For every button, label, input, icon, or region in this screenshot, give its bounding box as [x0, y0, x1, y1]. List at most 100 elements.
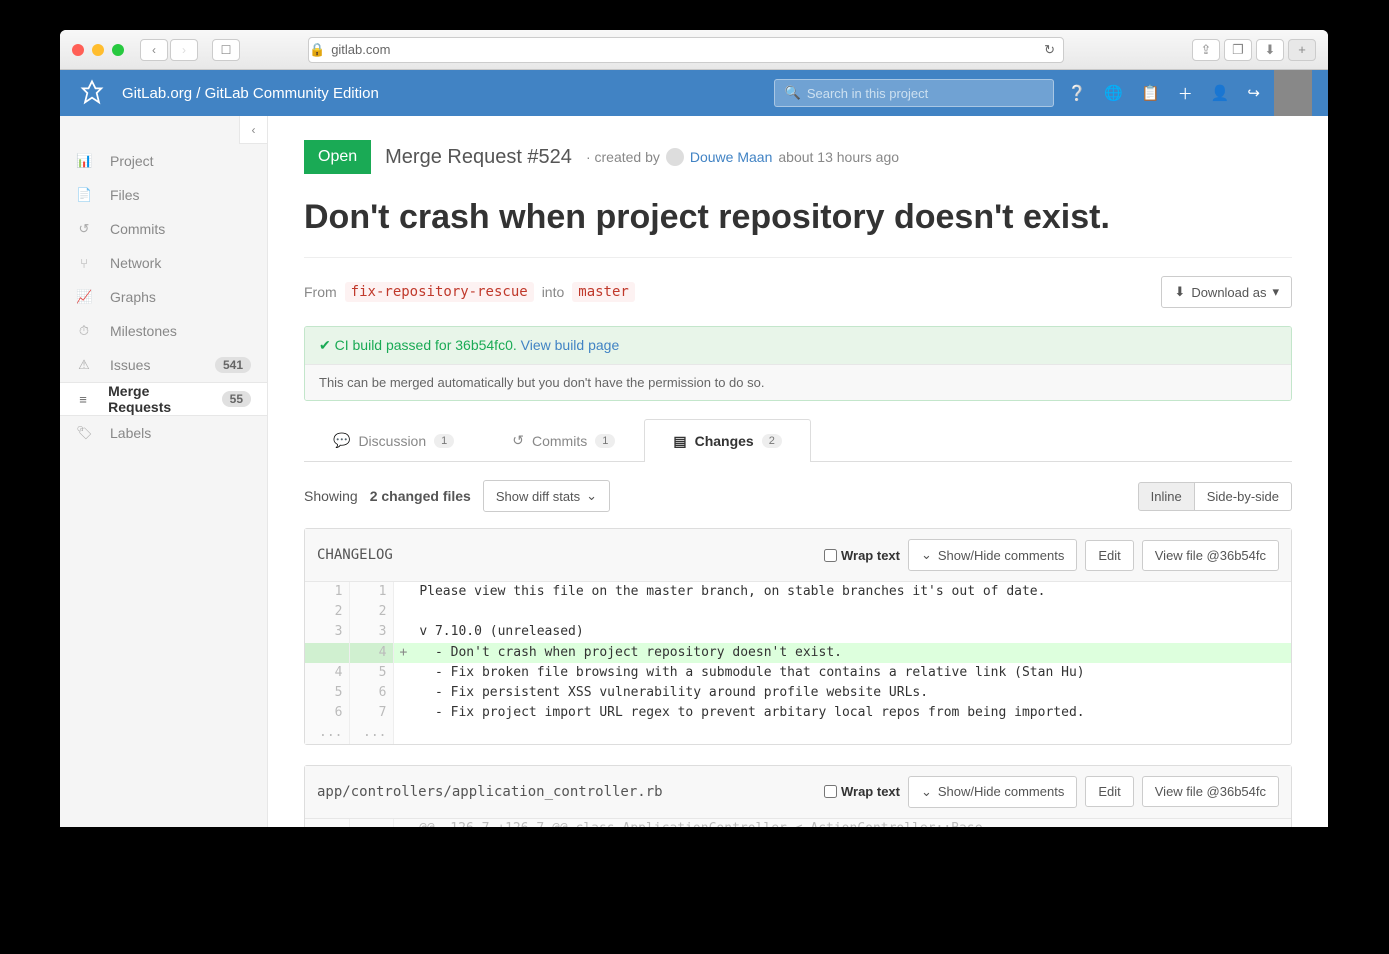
inline-view-button[interactable]: Inline — [1138, 482, 1195, 511]
sidebar-item-label: Milestones — [110, 323, 177, 339]
view-file-button[interactable]: View file @36b54fc — [1142, 776, 1279, 807]
forward-button[interactable]: › — [170, 39, 198, 61]
sidebar-item-label: Graphs — [110, 289, 156, 305]
sidebar-item-label: Commits — [110, 221, 165, 237]
diff-stats-button[interactable]: Show diff stats ⌄ — [483, 480, 610, 512]
sidebar-item-project[interactable]: 📊 Project — [60, 144, 267, 178]
url-bar[interactable]: 🔒 gitlab.com ↻ — [308, 37, 1064, 63]
merge-permission-text: This can be merged automatically but you… — [305, 364, 1291, 400]
diff-file-changelog: CHANGELOG Wrap text ⌄ Show/Hide comments… — [304, 528, 1292, 745]
side-by-side-button[interactable]: Side-by-side — [1195, 482, 1292, 511]
main-content: Open Merge Request #524 · created by Dou… — [268, 116, 1328, 827]
build-page-link[interactable]: View build page — [521, 337, 620, 353]
back-button[interactable]: ‹ — [140, 39, 168, 61]
search-input[interactable]: 🔍 Search in this project — [774, 79, 1054, 107]
profile-icon[interactable]: 👤 — [1211, 84, 1230, 102]
file-name[interactable]: CHANGELOG — [317, 547, 393, 563]
breadcrumb-project[interactable]: GitLab Community Edition — [205, 85, 379, 102]
sidebar-icon: ⑂ — [76, 256, 92, 271]
download-icon: ⬇ — [1174, 284, 1185, 300]
tab-commits[interactable]: ↺ Commits 1 — [483, 419, 644, 461]
sidebar-item-label: Project — [110, 153, 154, 169]
chevron-down-icon: ⌄ — [921, 547, 932, 563]
mr-title: Don't crash when project repository does… — [304, 198, 1292, 237]
sidebar-item-label: Files — [110, 187, 140, 203]
new-tab-icon[interactable]: + — [1288, 39, 1316, 61]
check-icon: ✔ — [319, 337, 331, 353]
sidebar-icon: ≡ — [76, 392, 90, 407]
diff-line: 45 - Fix broken file browsing with a sub… — [305, 663, 1291, 683]
browser-chrome: ‹ › ☐ 🔒 gitlab.com ↻ ⇪ ❐ ⬇ + — [60, 30, 1328, 70]
tabs-button[interactable]: ☐ — [212, 39, 240, 61]
sidebar-item-label: Labels — [110, 425, 151, 441]
mr-tabs: 💬 Discussion 1 ↺ Commits 1 ▤ Changes 2 — [304, 419, 1292, 462]
wrap-text-checkbox[interactable]: Wrap text — [824, 548, 900, 563]
sidebar-item-graphs[interactable]: 📈Graphs — [60, 280, 267, 314]
comment-icon: 💬 — [333, 432, 350, 449]
tab-discussion[interactable]: 💬 Discussion 1 — [304, 419, 483, 461]
maximize-window-icon[interactable] — [112, 44, 124, 56]
view-file-button[interactable]: View file @36b54fc — [1142, 540, 1279, 571]
ci-status-box: ✔ CI build passed for 36b54fc0. View bui… — [304, 326, 1292, 401]
author-avatar-icon — [666, 148, 684, 166]
sidebar-icon: 📄 — [76, 187, 92, 203]
diff-line: 67 - Fix project import URL regex to pre… — [305, 703, 1291, 723]
sidebar-icon: ⏱ — [76, 323, 92, 339]
signout-icon[interactable]: ↪ — [1247, 84, 1260, 102]
download-button[interactable]: ⬇ Download as ▾ — [1161, 276, 1292, 308]
show-hide-comments-button[interactable]: ⌄ Show/Hide comments — [908, 776, 1077, 808]
sidebar-item-issues[interactable]: ⚠ Issues 541 — [60, 348, 267, 382]
downloads-icon[interactable]: ⬇ — [1256, 39, 1284, 61]
sidebar-item-commits[interactable]: ↺Commits — [60, 212, 267, 246]
sidebar-item-merge-requests[interactable]: ≡Merge Requests55 — [60, 382, 267, 416]
topbar: GitLab.org / GitLab Community Edition 🔍 … — [60, 70, 1328, 116]
diff-line: 11Please view this file on the master br… — [305, 582, 1291, 602]
target-branch[interactable]: master — [572, 282, 635, 302]
collapse-sidebar-button[interactable]: ‹ — [239, 116, 267, 144]
source-branch[interactable]: fix-repository-rescue — [345, 282, 534, 302]
diff-line: 56 - Fix persistent XSS vulnerability ar… — [305, 683, 1291, 703]
snippet-icon[interactable]: 📋 — [1141, 84, 1160, 102]
sidebar-item-milestones[interactable]: ⏱ Milestones — [60, 314, 267, 348]
minimize-window-icon[interactable] — [92, 44, 104, 56]
edit-button[interactable]: Edit — [1085, 540, 1133, 571]
diff-line: ...... — [305, 723, 1291, 743]
chevron-down-icon: ⌄ — [586, 488, 597, 504]
close-window-icon[interactable] — [72, 44, 84, 56]
file-name[interactable]: app/controllers/application_controller.r… — [317, 784, 663, 800]
chevron-down-icon: ⌄ — [921, 784, 932, 800]
tab-changes[interactable]: ▤ Changes 2 — [644, 419, 810, 462]
share-icon[interactable]: ⇪ — [1192, 39, 1220, 61]
edit-button[interactable]: Edit — [1085, 776, 1133, 807]
wrap-text-checkbox[interactable]: Wrap text — [824, 784, 900, 799]
diff-file-controller: app/controllers/application_controller.r… — [304, 765, 1292, 828]
sidebar-item-files[interactable]: 📄 Files — [60, 178, 267, 212]
explore-icon[interactable]: 🌐 — [1104, 84, 1123, 102]
diff-line: ......@@ -126,7 +126,7 @@ class Applicat… — [305, 819, 1291, 828]
sidebar-item-label: Merge Requests — [108, 383, 204, 415]
url-text: gitlab.com — [331, 42, 390, 57]
search-icon: 🔍 — [785, 85, 801, 101]
sidebar-item-label: Network — [110, 255, 161, 271]
breadcrumb-org[interactable]: GitLab.org — [122, 85, 192, 102]
new-icon[interactable]: ＋ — [1178, 83, 1193, 104]
avatar[interactable] — [1274, 70, 1312, 116]
help-icon[interactable]: ❔ — [1068, 84, 1087, 102]
show-hide-comments-button[interactable]: ⌄ Show/Hide comments — [908, 539, 1077, 571]
reload-icon[interactable]: ↻ — [1044, 42, 1055, 58]
diff-line: 4+ - Don't crash when project repository… — [305, 643, 1291, 663]
sidebar-badge: 541 — [215, 357, 251, 373]
breadcrumb: GitLab.org / GitLab Community Edition — [122, 85, 379, 102]
gitlab-logo-icon[interactable] — [76, 77, 108, 109]
sidebar-item-labels[interactable]: 🏷Labels — [60, 416, 267, 450]
changed-files-count: 2 changed files — [370, 488, 471, 504]
sidebar-icon: 📊 — [76, 153, 92, 169]
sidebar: ‹ 📊Project📄Files↺Commits⑂Network📈Graphs⏱… — [60, 116, 268, 827]
mr-id: Merge Request #524 — [385, 146, 572, 169]
sidebar-item-label: Issues — [110, 357, 150, 373]
status-badge: Open — [304, 140, 371, 174]
author-link[interactable]: Douwe Maan — [690, 149, 773, 165]
sidebar-item-network[interactable]: ⑂ Network — [60, 246, 267, 280]
sidebar-icon: ⚠ — [76, 357, 92, 373]
tabs-icon[interactable]: ❐ — [1224, 39, 1252, 61]
